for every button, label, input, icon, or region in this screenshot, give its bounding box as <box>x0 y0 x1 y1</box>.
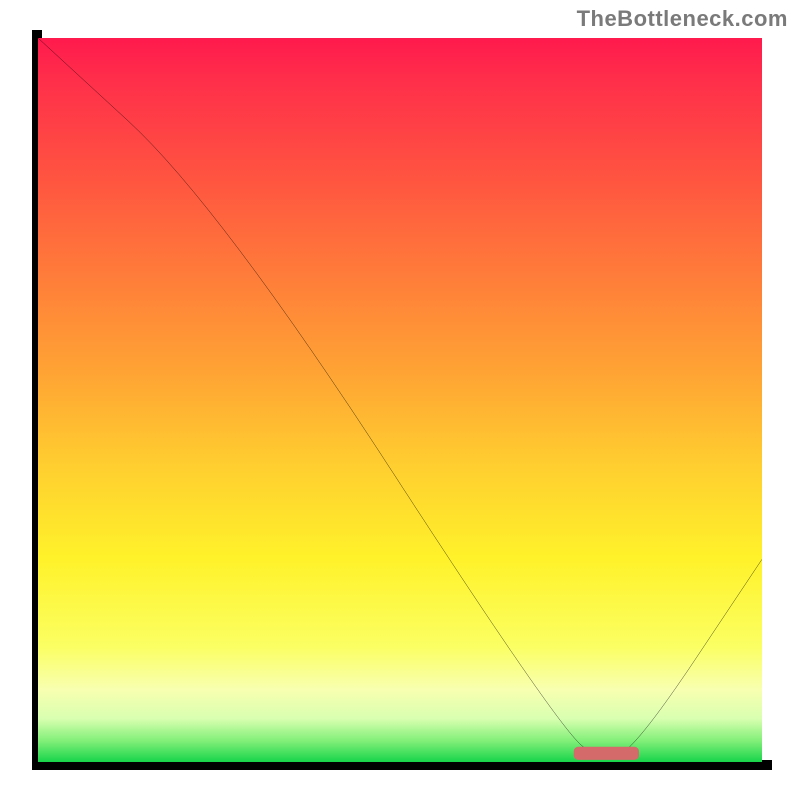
watermark-text: TheBottleneck.com <box>577 6 788 32</box>
optimal-marker <box>38 38 762 762</box>
plot-area <box>38 38 762 762</box>
bottleneck-chart: TheBottleneck.com <box>0 0 800 800</box>
